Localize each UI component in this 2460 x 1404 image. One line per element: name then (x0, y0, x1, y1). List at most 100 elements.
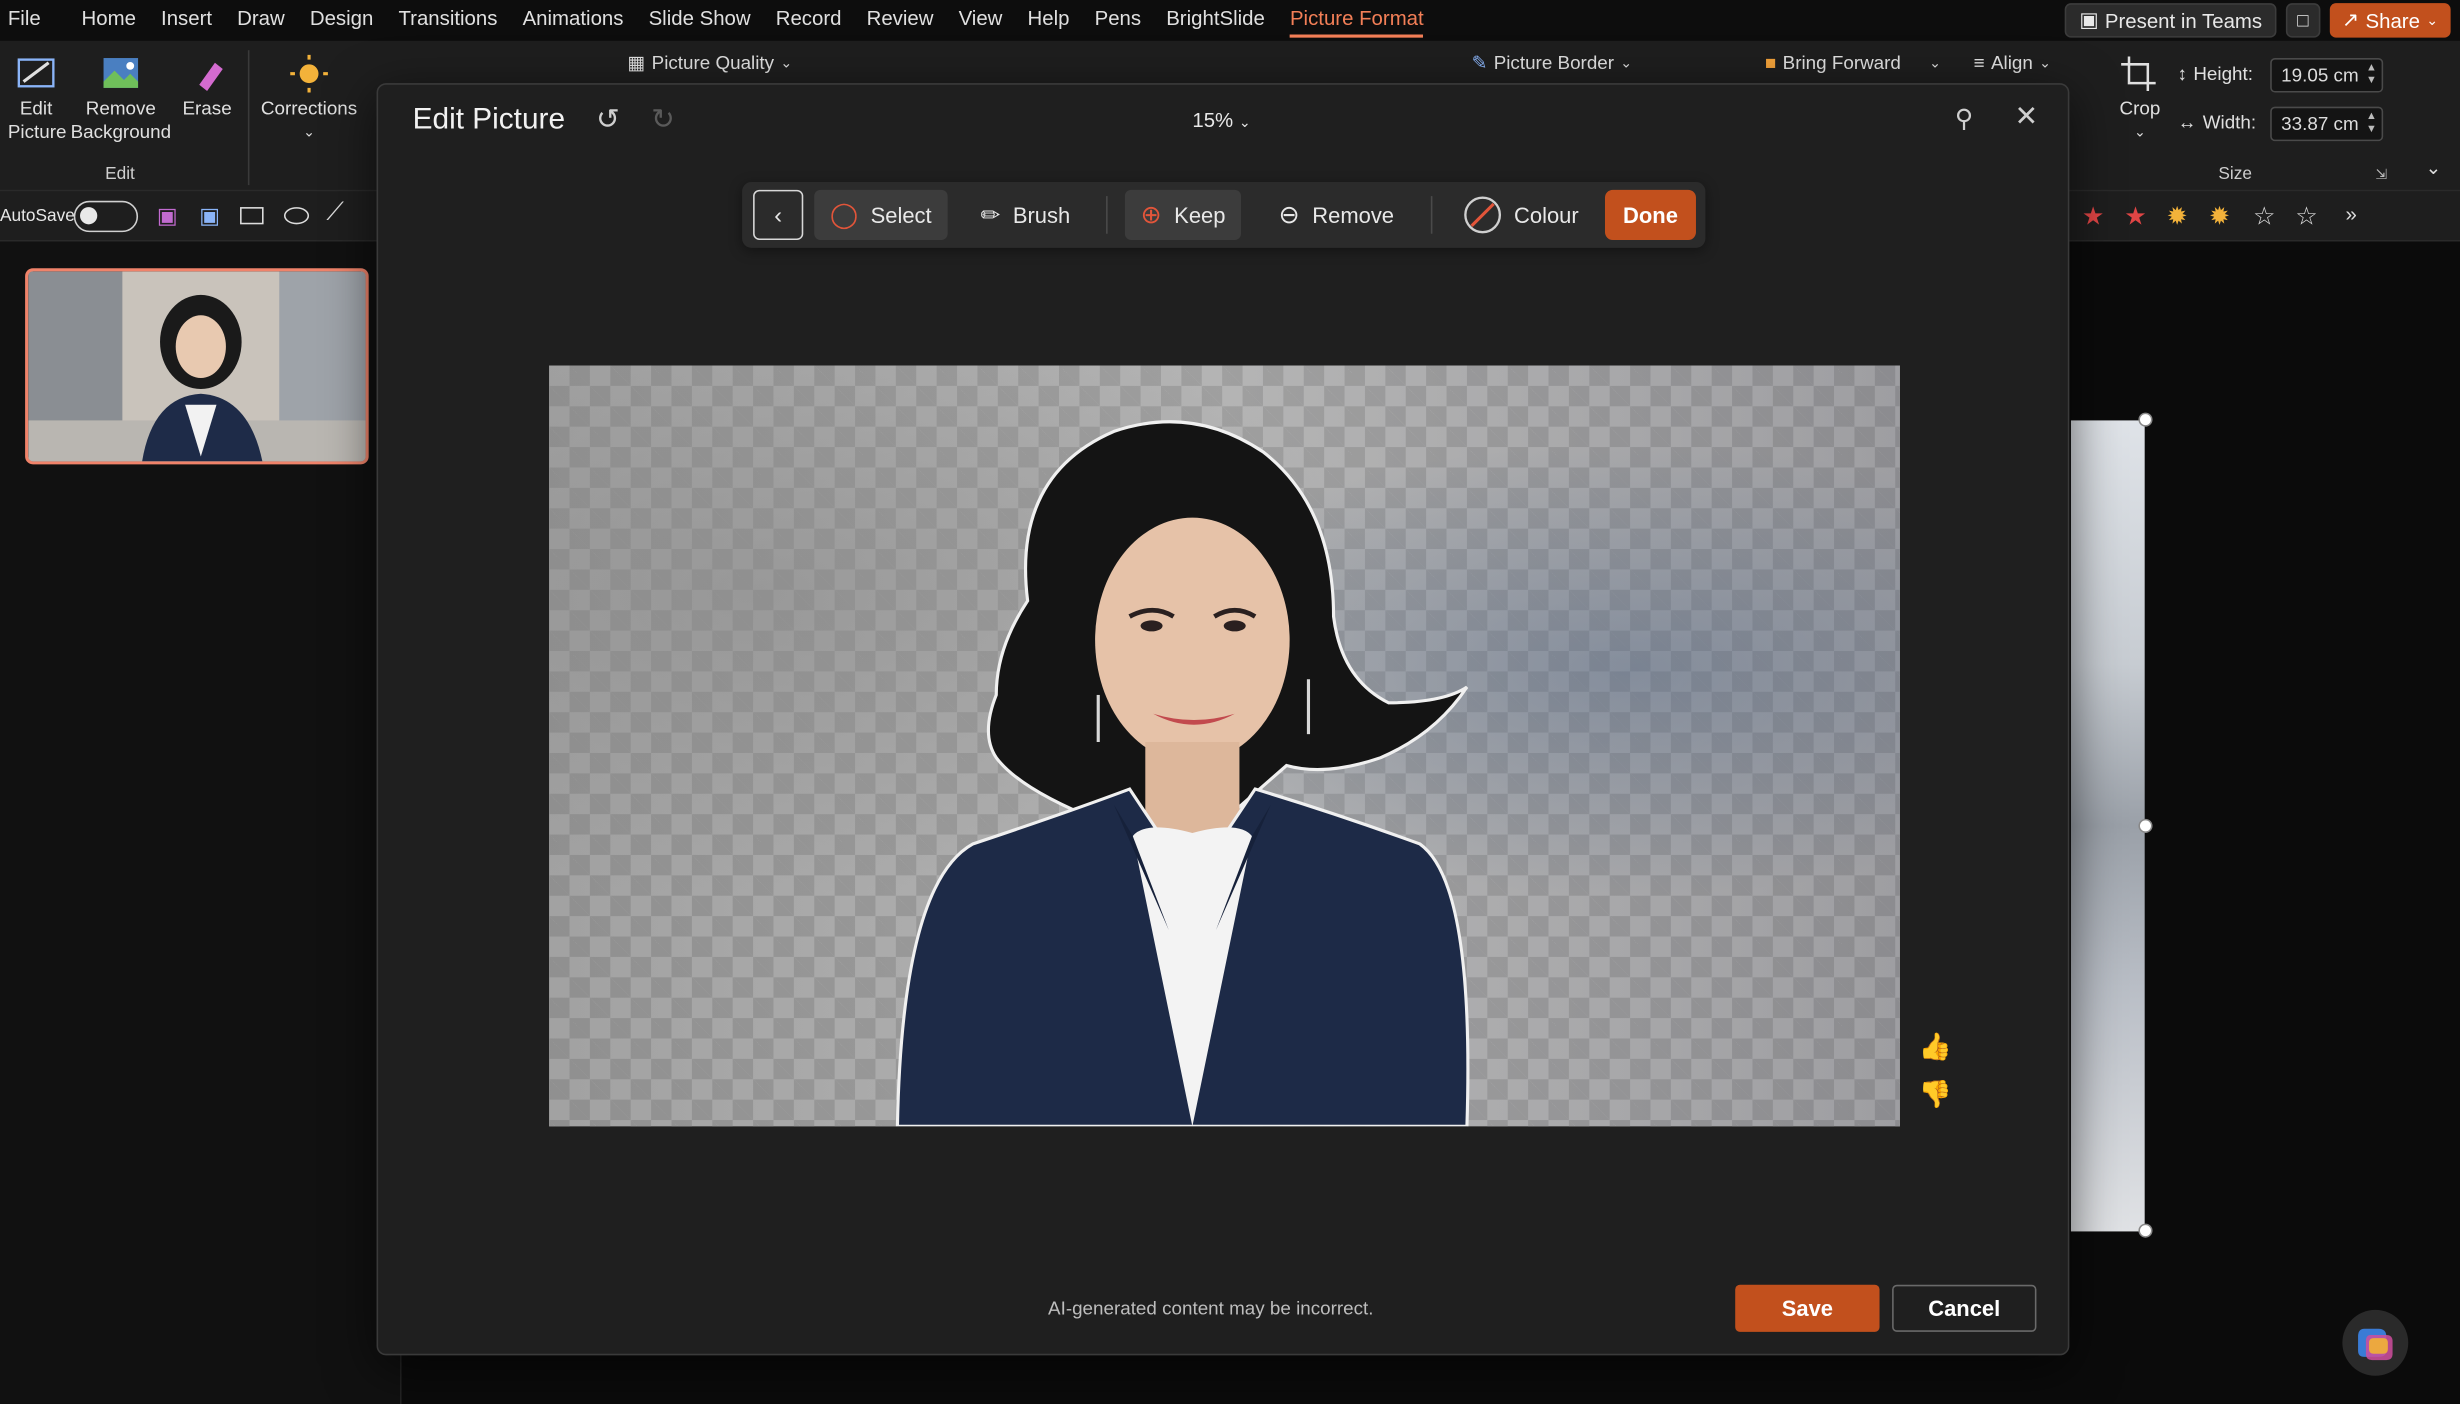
menu-home[interactable]: Home (69, 0, 149, 41)
remove-background-label: Remove Background (70, 97, 172, 143)
chevron-down-icon: ⌄ (2039, 54, 2051, 70)
minus-circle-icon: ⊖ (1278, 202, 1300, 230)
redo-icon[interactable]: ↻ (651, 104, 675, 137)
star-red-icon[interactable]: ★ (2082, 201, 2105, 232)
edit-picture-button[interactable]: Edit Picture (7, 53, 67, 144)
star-outline-2-icon[interactable]: ☆ (2295, 201, 2318, 232)
more-icon[interactable]: » (2346, 202, 2357, 226)
share-label: Share (2365, 8, 2420, 33)
corrections-button[interactable]: Corrections ⌄ (260, 53, 357, 144)
menu-animations[interactable]: Animations (510, 0, 636, 41)
remove-button[interactable]: ⊖ Remove (1263, 190, 1410, 240)
width-spinner-icon[interactable]: ▲ ▼ (2366, 111, 2377, 136)
zoom-value: 15% (1192, 108, 1234, 132)
back-button[interactable]: ‹ (753, 189, 804, 241)
align-label: Align (1990, 51, 2033, 74)
save-label: Save (1781, 1295, 1834, 1321)
present-in-teams-button[interactable]: ▣ Present in Teams (2065, 3, 2277, 38)
menu-transitions[interactable]: Transitions (386, 0, 510, 41)
star-red-2-icon[interactable]: ★ (2124, 201, 2147, 232)
remove-background-icon (103, 58, 139, 88)
resize-handle[interactable] (2138, 818, 2153, 833)
colour-button[interactable]: Colour (1448, 190, 1594, 240)
picture-quality-button[interactable]: ▦ Picture Quality ⌄ (628, 52, 793, 74)
colour-label: Colour (1513, 202, 1579, 228)
star-outline-icon[interactable]: ☆ (2253, 201, 2276, 232)
undo-icon[interactable]: ↺ (596, 104, 620, 137)
chevron-down-icon: ⌄ (1929, 54, 1941, 70)
menu-design[interactable]: Design (297, 0, 386, 41)
close-icon[interactable]: ✕ (2014, 100, 2038, 133)
collapse-ribbon-icon[interactable]: ⌄ (2426, 157, 2442, 179)
done-label: Done (1623, 202, 1678, 228)
thumbs-down-icon[interactable]: 👎 (1919, 1079, 1952, 1110)
slide-thumbnail[interactable] (25, 268, 369, 465)
present-in-teams-label: Present in Teams (2104, 8, 2263, 33)
height-spinner-icon[interactable]: ▲ ▼ (2366, 63, 2377, 88)
width-input[interactable]: 33.87 cm ▲ ▼ (2270, 106, 2384, 142)
crop-label: Crop (2119, 97, 2161, 120)
menu-picture-format[interactable]: Picture Format (1277, 0, 1436, 41)
picture-preview[interactable] (549, 365, 1900, 1127)
thumbs-up-icon[interactable]: 👍 (1919, 1032, 1952, 1063)
chevron-down-icon: ⌄ (2426, 11, 2439, 28)
menu-record[interactable]: Record (763, 0, 854, 41)
menu-slide-show[interactable]: Slide Show (636, 0, 763, 41)
edit-picture-label: Edit Picture (7, 97, 67, 143)
starburst-icon[interactable]: ✹ (2167, 201, 2188, 232)
cancel-button[interactable]: Cancel (1892, 1284, 2037, 1332)
save-icon[interactable]: ▣ (157, 202, 178, 229)
resize-handle[interactable] (2138, 1223, 2153, 1238)
save-button[interactable]: Save (1735, 1284, 1880, 1332)
height-input[interactable]: 19.05 cm ▲ ▼ (2270, 58, 2384, 93)
erase-button[interactable]: Erase (180, 53, 233, 120)
starburst-2-icon[interactable]: ✹ (2209, 201, 2230, 232)
autosave-toggle[interactable] (73, 200, 139, 233)
remove-background-button[interactable]: Remove Background (71, 53, 171, 144)
zoom-dropdown[interactable]: 15% ⌄ (1192, 108, 1250, 132)
slide-thumbnail-panel (0, 241, 402, 1404)
menu-pens[interactable]: Pens (1082, 0, 1154, 41)
copilot-button[interactable] (2342, 1309, 2409, 1376)
picture-quality-icon: ▦ (627, 51, 646, 74)
menu-help[interactable]: Help (1015, 0, 1082, 41)
edit-picture-dialog: Edit Picture ↺ ↻ 15% ⌄ ⚲ ✕ ‹ ◯ Select ✏ … (376, 83, 2070, 1356)
menu-view[interactable]: View (946, 0, 1015, 41)
menu-review[interactable]: Review (854, 0, 946, 41)
brush-label: Brush (1012, 202, 1071, 228)
share-icon: ↗ (2342, 7, 2360, 32)
resize-handle[interactable] (2138, 412, 2153, 427)
menu-draw[interactable]: Draw (225, 0, 298, 41)
slide-image-fragment[interactable] (2070, 420, 2145, 1232)
ai-disclaimer: AI-generated content may be incorrect. (1048, 1297, 1374, 1320)
select-tool-button[interactable]: ◯ Select (814, 189, 948, 241)
align-button[interactable]: ≡ Align ⌄ (1974, 52, 2051, 74)
menu-file[interactable]: File (0, 0, 69, 41)
menu-brightslide[interactable]: BrightSlide (1154, 0, 1278, 41)
line-icon[interactable]: ⟋ (326, 199, 344, 227)
brush-tool-button[interactable]: ✏ Brush (965, 190, 1086, 240)
height-label: Height: (2193, 62, 2253, 85)
chevron-down-icon: ⌄ (303, 123, 315, 140)
dialog-title: Edit Picture (412, 103, 566, 137)
width-value: 33.87 cm (2281, 112, 2359, 135)
feedback-icon[interactable]: ⚲ (1955, 104, 1973, 135)
keep-button[interactable]: ⊕ Keep (1124, 189, 1242, 241)
bring-forward-button[interactable]: ■ Bring Forward ⌄ (1765, 52, 1941, 74)
menu-insert[interactable]: Insert (148, 0, 224, 41)
comments-button[interactable]: □ (2285, 3, 2321, 38)
crop-button[interactable]: Crop ⌄ (2113, 53, 2166, 144)
chevron-down-icon: ⌄ (1620, 54, 1633, 70)
keep-label: Keep (1174, 202, 1226, 228)
done-button[interactable]: Done (1604, 189, 1696, 241)
oval-icon[interactable] (283, 207, 310, 225)
toolbar-separator (1430, 196, 1433, 234)
rectangle-icon[interactable] (240, 207, 264, 225)
text-box-icon[interactable]: ▣ (199, 202, 220, 229)
share-button[interactable]: ↗ Share ⌄ (2329, 3, 2451, 38)
picture-border-button[interactable]: ✎ Picture Border ⌄ (1472, 52, 1633, 74)
ribbon-separator (247, 50, 250, 186)
edit-group-label: Edit (105, 164, 135, 184)
picture-quality-label: Picture Quality (651, 51, 775, 74)
dialog-launcher-icon[interactable]: ⇲ (2375, 166, 2387, 183)
